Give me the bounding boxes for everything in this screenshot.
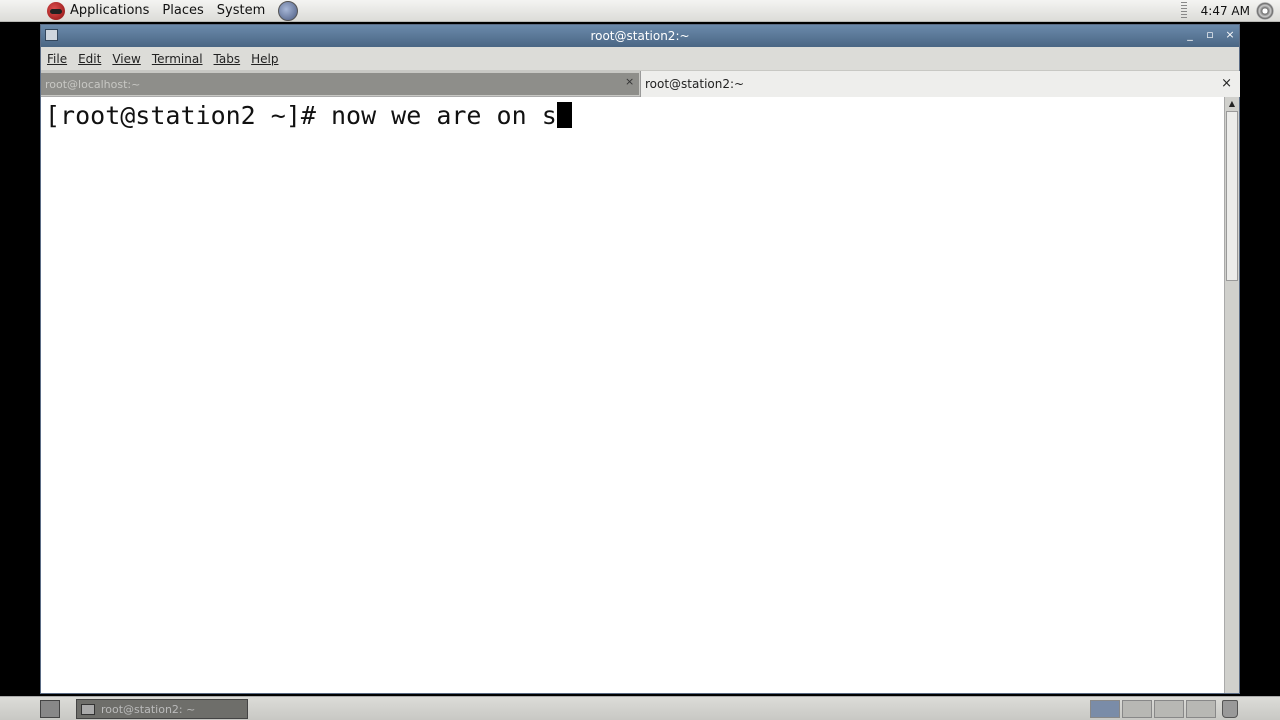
taskbar-item-terminal[interactable]: root@station2: ~ xyxy=(76,699,248,719)
terminal-window: root@station2:~ _ ▫ × File Edit View Ter… xyxy=(40,24,1240,694)
close-window-button[interactable]: × xyxy=(1223,28,1237,42)
system-menu[interactable]: System xyxy=(217,3,265,18)
text-cursor xyxy=(556,102,572,128)
tab-localhost[interactable]: root@localhost:~ xyxy=(41,73,639,95)
workspace-3[interactable] xyxy=(1154,700,1184,718)
vertical-scrollbar[interactable]: ▲ xyxy=(1224,97,1239,693)
taskbar-item-label: root@station2: ~ xyxy=(101,702,196,716)
tab-bar: root@localhost:~ × root@station2:~ × xyxy=(41,71,1240,97)
menu-view[interactable]: View xyxy=(112,52,140,66)
tab-label: root@localhost:~ xyxy=(45,77,141,91)
scroll-thumb[interactable] xyxy=(1226,111,1238,281)
redhat-logo-icon[interactable] xyxy=(47,1,65,20)
panel-grip-handle[interactable] xyxy=(1180,2,1187,20)
show-desktop-icon[interactable] xyxy=(40,700,60,718)
tab-close-icon[interactable]: × xyxy=(1221,76,1232,91)
terminal-line: [root@station2 ~]# now we are on s xyxy=(45,101,557,130)
minimize-button[interactable]: _ xyxy=(1183,28,1197,42)
tab-close-icon[interactable]: × xyxy=(625,75,634,88)
menu-file[interactable]: File xyxy=(47,52,67,66)
volume-icon[interactable] xyxy=(1256,2,1274,20)
top-panel: Applications Places System 4:47 AM xyxy=(0,0,1280,22)
workspace-4[interactable] xyxy=(1186,700,1216,718)
menu-help[interactable]: Help xyxy=(251,52,278,66)
menu-terminal[interactable]: Terminal xyxy=(152,52,203,66)
tab-station2[interactable]: root@station2:~ × xyxy=(640,71,1240,97)
trash-icon[interactable] xyxy=(1222,700,1238,718)
network-icon[interactable] xyxy=(278,0,299,21)
terminal-output[interactable]: [root@station2 ~]# now we are on s xyxy=(41,97,1225,693)
bottom-panel: root@station2: ~ xyxy=(0,696,1280,720)
menu-tabs[interactable]: Tabs xyxy=(214,52,241,66)
terminal-icon xyxy=(81,703,95,715)
tab-label: root@station2:~ xyxy=(645,77,745,91)
window-controls: _ ▫ × xyxy=(1183,28,1237,42)
window-title: root@station2:~ xyxy=(590,29,690,43)
applications-menu[interactable]: Applications xyxy=(70,3,149,18)
scroll-up-icon[interactable]: ▲ xyxy=(1225,97,1239,110)
places-menu[interactable]: Places xyxy=(162,3,203,18)
workspace-2[interactable] xyxy=(1122,700,1152,718)
panel-tray: 4:47 AM xyxy=(1180,0,1280,22)
maximize-button[interactable]: ▫ xyxy=(1203,28,1217,42)
workspace-1[interactable] xyxy=(1090,700,1120,718)
window-titlebar[interactable]: root@station2:~ _ ▫ × xyxy=(41,25,1239,47)
menubar: File Edit View Terminal Tabs Help xyxy=(41,47,1239,71)
menu-edit[interactable]: Edit xyxy=(78,52,101,66)
clock[interactable]: 4:47 AM xyxy=(1201,4,1250,18)
window-menu-icon[interactable] xyxy=(45,29,58,41)
